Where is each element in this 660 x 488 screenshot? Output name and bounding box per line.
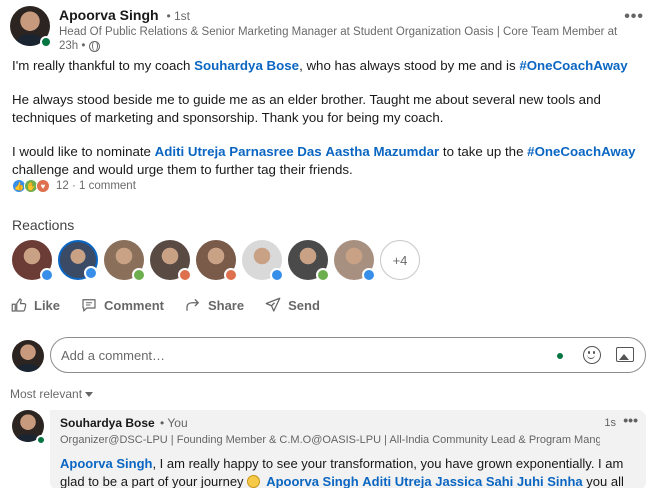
like-badge-icon <box>362 268 376 282</box>
online-status-icon <box>40 36 52 48</box>
comment-time: 1s <box>604 417 616 429</box>
comment-icon <box>82 299 96 312</box>
share-button[interactable]: Share <box>184 296 244 314</box>
love-reaction-icon: ♥ <box>36 179 50 193</box>
text-segment: I would like to nominate <box>12 144 155 159</box>
like-label: Like <box>34 297 61 313</box>
reactor-avatar[interactable] <box>242 240 284 282</box>
reaction-comment-count[interactable]: 12 · 1 comment <box>56 180 136 192</box>
like-badge-icon <box>40 268 54 282</box>
online-status-icon <box>36 435 46 445</box>
text-segment: I'm really thankful to my coach <box>12 58 195 73</box>
mention-link[interactable]: Aditi Utreja <box>155 144 226 159</box>
mention-link[interactable]: Parnasree Das <box>229 144 321 159</box>
post-text: I'm really thankful to my coach Souhardy… <box>12 57 642 195</box>
social-counts[interactable]: 👍 ✋ ♥ 12 · 1 comment <box>12 179 136 193</box>
sort-dropdown[interactable]: Most relevant <box>10 387 94 401</box>
connection-degree: • 1st <box>166 9 190 23</box>
emoji-icon[interactable] <box>583 346 601 364</box>
comment-more-button[interactable]: ••• <box>623 412 638 428</box>
commenter-headline: Organizer@DSC-LPU | Founding Member & C.… <box>60 434 600 446</box>
comment-text: Apoorva Singh, I am really happy to see … <box>60 455 636 488</box>
post-paragraph-1: I'm really thankful to my coach Souhardy… <box>12 57 642 75</box>
comment-composer <box>12 337 646 375</box>
commenter-name[interactable]: Souhardya Bose <box>60 416 155 430</box>
mention-link[interactable]: Aditi Utreja <box>362 474 431 488</box>
mention-link[interactable]: Juhi Sinha <box>517 474 583 488</box>
reactor-avatar[interactable] <box>12 240 54 282</box>
reactor-avatar[interactable] <box>104 240 146 282</box>
like-button[interactable]: Like <box>10 296 60 314</box>
more-reactors-button[interactable]: +4 <box>380 240 420 280</box>
post-actions: Like Comment Share Send <box>10 296 320 314</box>
send-label: Send <box>288 297 320 313</box>
sort-label: Most relevant <box>10 387 83 401</box>
commenter-you-tag: • You <box>160 416 188 430</box>
reactions-heading: Reactions <box>12 217 75 233</box>
text-segment: to take up the <box>439 144 528 159</box>
post-meta: 23h • <box>59 40 101 52</box>
post-more-button[interactable]: ••• <box>624 8 644 26</box>
reactor-avatar[interactable] <box>150 240 192 282</box>
text-segment: challenge and would urge them to further… <box>12 162 353 177</box>
caret-down-icon <box>85 391 94 397</box>
author-headline: Head Of Public Relations & Senior Market… <box>59 26 619 38</box>
comment-label: Comment <box>104 297 164 313</box>
mention-link[interactable]: Souhardya Bose <box>194 58 299 73</box>
reactor-avatar[interactable] <box>288 240 330 282</box>
reactor-avatar[interactable] <box>196 240 238 282</box>
mention-link[interactable]: Apoorva Singh <box>60 456 152 471</box>
support-badge-icon <box>316 268 330 282</box>
love-badge-icon <box>178 268 192 282</box>
post-paragraph-2: He always stood beside me to guide me as… <box>12 92 601 125</box>
reactor-avatar[interactable] <box>334 240 376 282</box>
hashtag-link[interactable]: #OneCoachAway <box>527 144 635 159</box>
post-header: Apoorva Singh • 1st Head Of Public Relat… <box>10 6 650 52</box>
author-line: Apoorva Singh • 1st <box>59 7 190 23</box>
mention-link[interactable]: Apoorva Singh <box>266 474 358 488</box>
mention-link[interactable]: Jassica Sahi <box>435 474 513 488</box>
support-badge-icon <box>132 268 146 282</box>
post-paragraph-3: I would like to nominate Aditi Utreja Pa… <box>12 143 642 179</box>
text-segment: , who has always stood by me and is <box>299 58 520 73</box>
like-badge-icon <box>270 268 284 282</box>
post-time: 23h • <box>59 40 86 52</box>
send-button[interactable]: Send <box>264 296 320 314</box>
like-badge-icon <box>84 266 98 280</box>
love-badge-icon <box>224 268 238 282</box>
reactor-avatar[interactable] <box>58 240 98 280</box>
share-label: Share <box>207 297 245 313</box>
globe-icon <box>89 40 101 52</box>
mention-link[interactable]: Aastha Mazumdar <box>325 144 439 159</box>
smile-emoji-icon <box>246 475 260 488</box>
send-icon <box>265 297 281 312</box>
comment-bubble: Souhardya Bose • You Organizer@DSC-LPU |… <box>50 410 646 488</box>
reactors-list: +4 <box>12 240 420 282</box>
current-user-avatar <box>12 340 44 372</box>
author-name[interactable]: Apoorva Singh <box>59 7 159 23</box>
image-icon[interactable] <box>616 347 634 362</box>
status-dot-icon <box>557 353 563 359</box>
comment-button[interactable]: Comment <box>80 296 164 314</box>
share-icon <box>186 299 199 311</box>
hashtag-link[interactable]: #OneCoachAway <box>519 58 627 73</box>
thumbs-up-icon <box>11 298 27 312</box>
commenter-line: Souhardya Bose • You <box>60 416 636 430</box>
